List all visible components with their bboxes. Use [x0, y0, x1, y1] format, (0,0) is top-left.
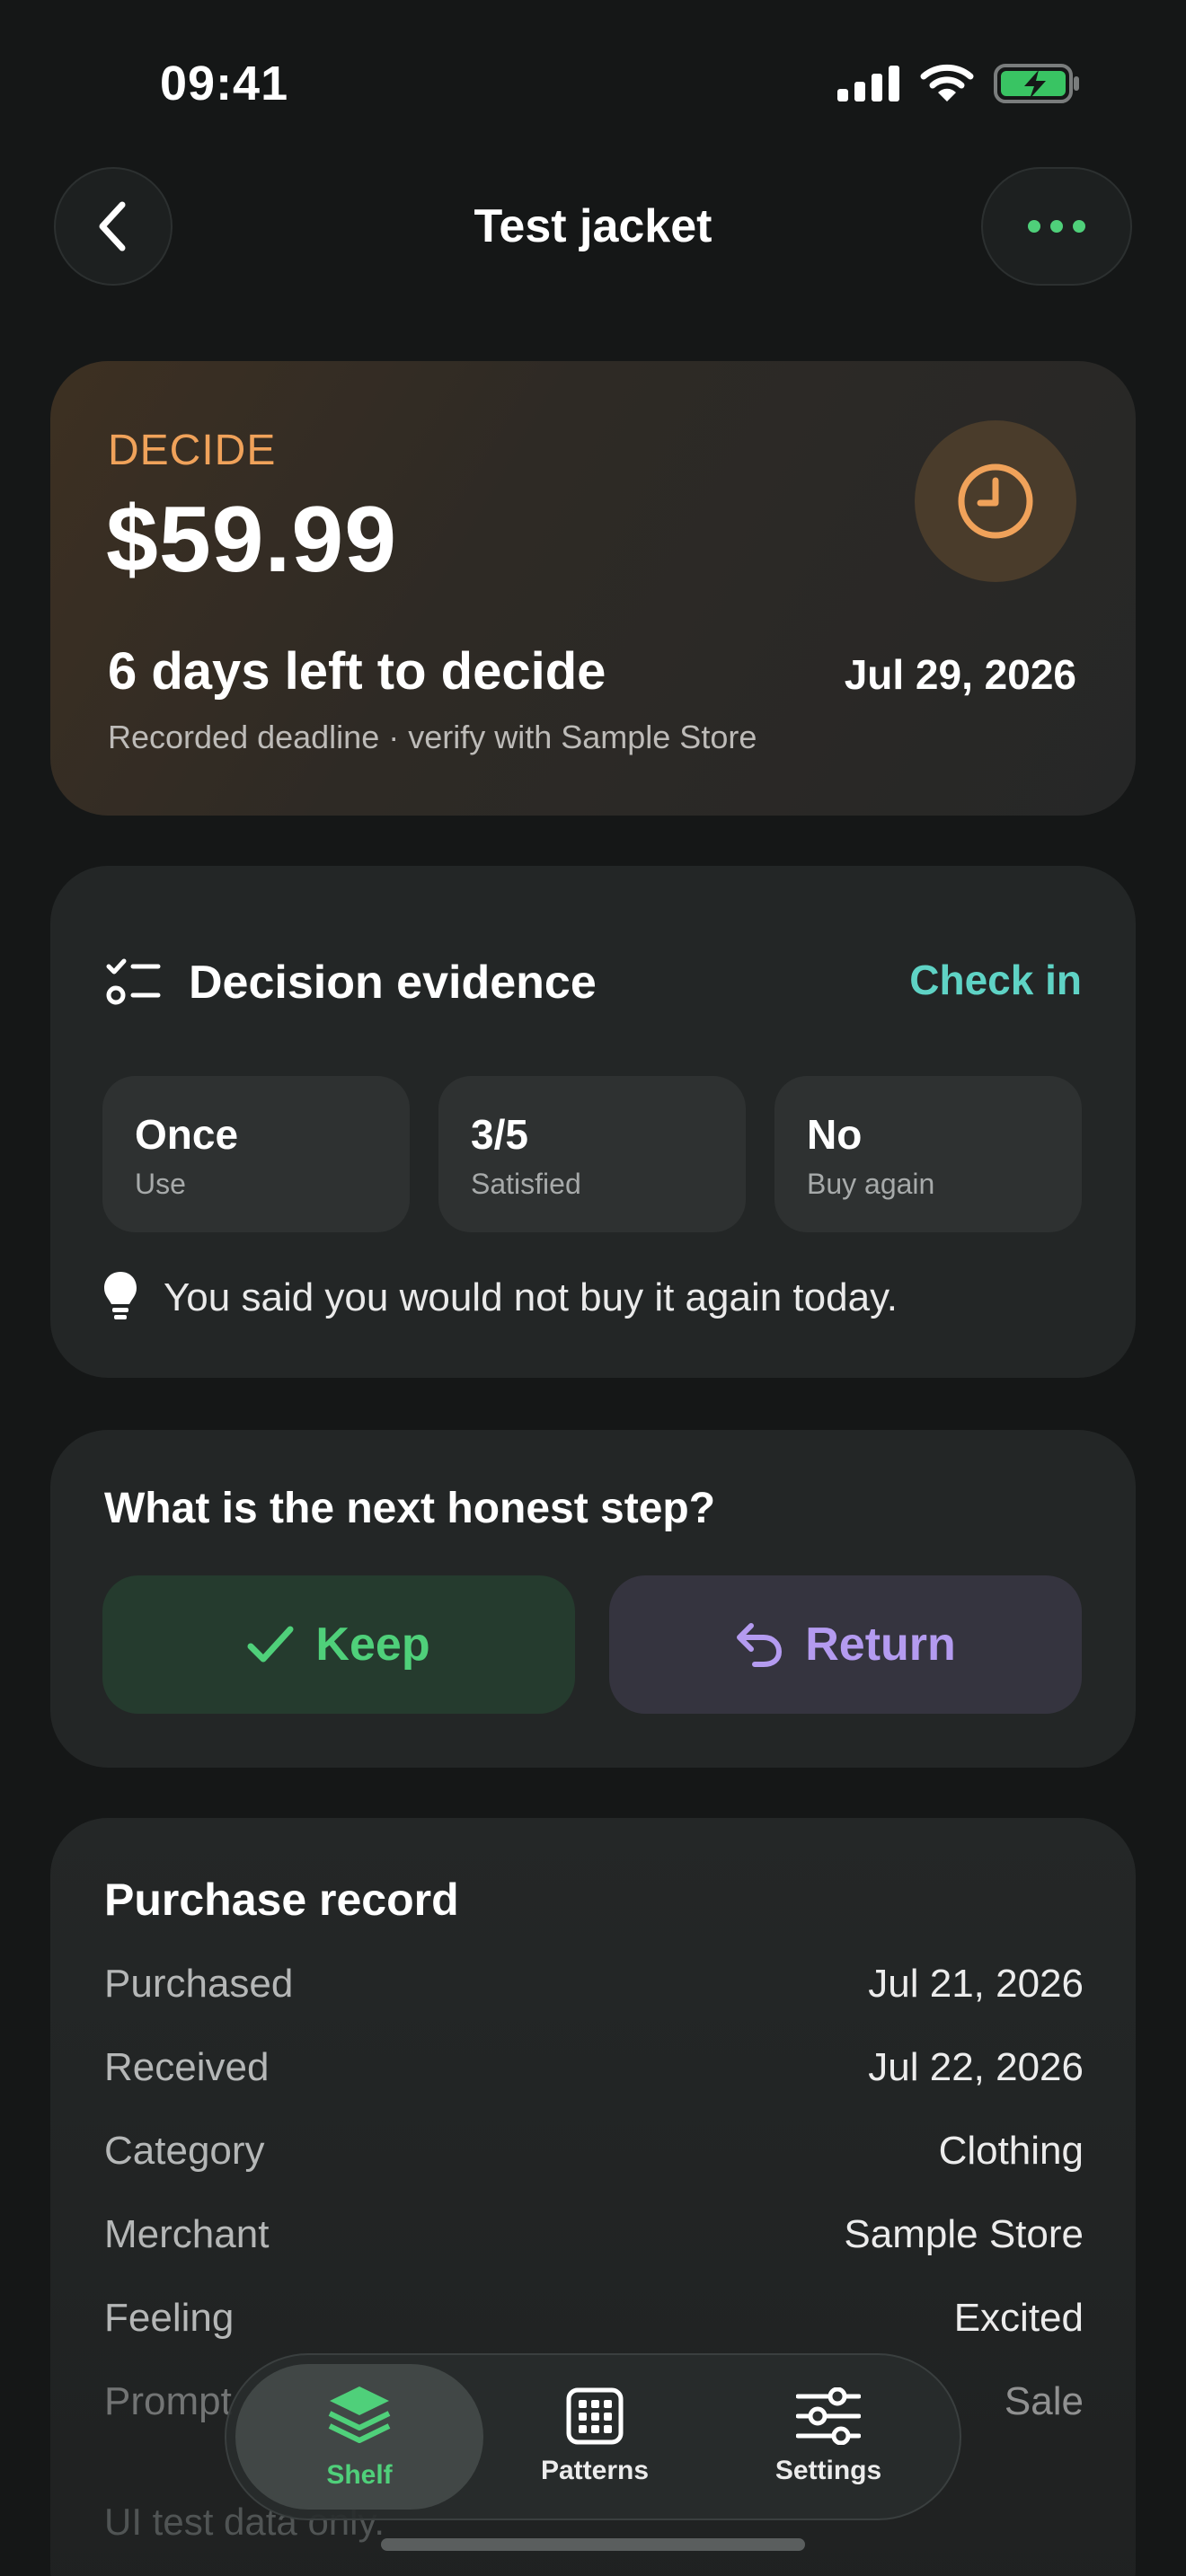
keep-label: Keep [315, 1619, 430, 1671]
check-in-link[interactable]: Check in [909, 956, 1082, 1004]
record-key: Feeling [104, 2296, 235, 2340]
record-row: Merchant Sample Store [104, 2212, 1084, 2266]
status-icons [837, 63, 1080, 104]
decision-status-label: DECIDE [108, 427, 277, 474]
record-key: Category [104, 2129, 265, 2173]
evidence-title: Decision evidence [189, 957, 597, 1009]
stat-value: Once [135, 1111, 239, 1158]
checklist-icon [106, 958, 161, 1005]
home-indicator[interactable] [381, 2538, 805, 2551]
record-value: Excited [953, 2296, 1084, 2340]
tab-label: Patterns [540, 2456, 650, 2485]
stat-use: Once Use [102, 1076, 410, 1232]
record-key: Purchased [104, 1962, 294, 2006]
tab-bar: Shelf Patterns Settings [225, 2353, 961, 2520]
record-key: Merchant [104, 2212, 270, 2256]
status-time: 09:41 [160, 57, 289, 110]
checkmark-icon [247, 1626, 294, 1663]
record-key: Prompt [104, 2379, 232, 2423]
more-options-button[interactable] [981, 167, 1132, 286]
deadline-date: Jul 29, 2026 [844, 651, 1076, 698]
stat-buy-again: No Buy again [774, 1076, 1082, 1232]
deadline-note: Recorded deadline · verify with Sample S… [108, 719, 757, 755]
next-step-title: What is the next honest step? [104, 1485, 716, 1532]
sliders-icon [796, 2387, 861, 2445]
days-left: 6 days left to decide [108, 642, 606, 701]
record-value: Jul 22, 2026 [868, 2045, 1084, 2089]
signal-icon [837, 66, 899, 101]
record-row: Feeling Excited [104, 2296, 1084, 2350]
tab-label: Shelf [326, 2460, 393, 2490]
stat-label: Satisfied [471, 1168, 581, 1200]
tab-settings[interactable]: Settings [704, 2364, 952, 2510]
next-step-card: What is the next honest step? Keep Retur… [50, 1430, 1136, 1768]
stat-label: Use [135, 1168, 186, 1200]
record-value: Clothing [938, 2129, 1084, 2173]
record-value: Sale [1004, 2379, 1084, 2423]
stat-value: No [807, 1111, 863, 1158]
layers-icon [328, 2386, 391, 2443]
record-row: Received Jul 22, 2026 [104, 2045, 1084, 2099]
stat-value: 3/5 [471, 1111, 528, 1158]
purchase-record-title: Purchase record [104, 1875, 459, 1925]
tab-shelf[interactable]: Shelf [235, 2364, 483, 2510]
lightbulb-icon [104, 1272, 137, 1319]
evidence-note: You said you would not buy it again toda… [164, 1275, 898, 1319]
tab-patterns[interactable]: Patterns [471, 2364, 719, 2510]
stat-satisfied: 3/5 Satisfied [438, 1076, 746, 1232]
record-value: Sample Store [844, 2212, 1084, 2256]
stat-label: Buy again [807, 1168, 935, 1200]
grid-icon [566, 2387, 624, 2445]
record-value: Jul 21, 2026 [868, 1962, 1084, 2006]
wifi-icon [920, 64, 974, 101]
evidence-card: Decision evidence Check in Once Use 3/5 … [50, 866, 1136, 1378]
tab-label: Settings [774, 2456, 882, 2485]
battery-charging-icon [994, 64, 1079, 103]
clock-badge [915, 420, 1076, 582]
record-key: Received [104, 2045, 270, 2089]
decision-card: DECIDE $59.99 6 days left to decide Jul … [50, 361, 1136, 816]
return-arrow-icon [737, 1623, 783, 1667]
record-row: Category Clothing [104, 2129, 1084, 2183]
return-label: Return [805, 1619, 956, 1671]
record-row: Purchased Jul 21, 2026 [104, 1962, 1084, 2016]
more-dots-icon [1028, 220, 1085, 233]
keep-button[interactable]: Keep [102, 1575, 575, 1714]
return-button[interactable]: Return [609, 1575, 1082, 1714]
clock-icon [958, 463, 1033, 539]
price: $59.99 [106, 488, 398, 592]
